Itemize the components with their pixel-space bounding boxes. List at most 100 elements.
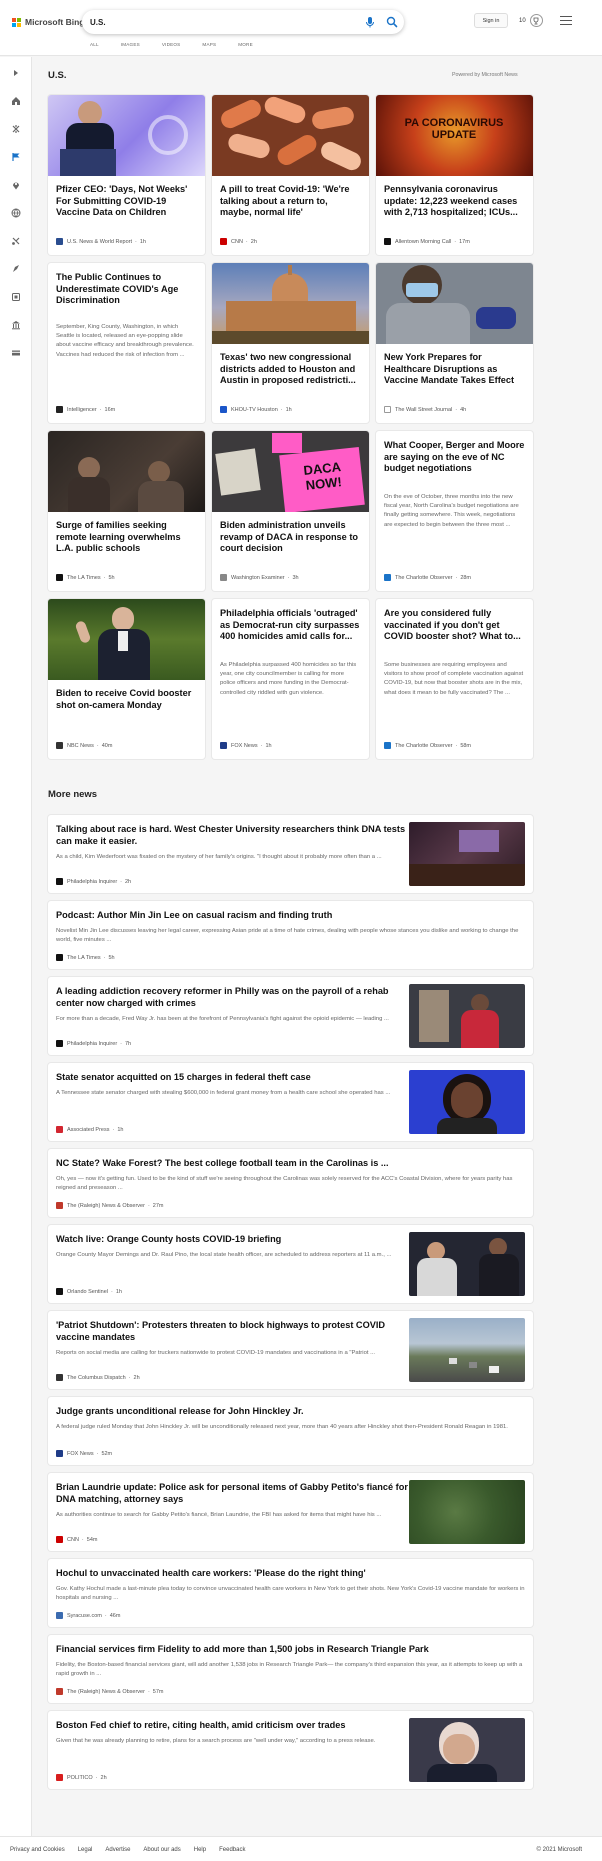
news-card[interactable]: PA CORONAVIRUS UPDATE Pennsylvania coron…	[376, 95, 533, 255]
list-item[interactable]: Financial services firm Fidelity to add …	[48, 1635, 533, 1703]
list-item-title: A leading addiction recovery reformer in…	[56, 986, 389, 1009]
collapse-arrow-icon[interactable]	[10, 67, 22, 79]
science-icon[interactable]	[10, 235, 22, 247]
sports-icon[interactable]	[10, 123, 22, 135]
card-source: The Wall Street Journal · 4h	[384, 406, 466, 413]
footer-link-advertise[interactable]: Advertise	[105, 1847, 130, 1853]
list-item[interactable]: Watch live: Orange County hosts COVID-19…	[48, 1225, 533, 1303]
list-item[interactable]: Hochul to unvaccinated health care worke…	[48, 1559, 533, 1627]
cnn-icon	[56, 1536, 63, 1543]
news-observer-icon	[56, 1202, 63, 1209]
list-item[interactable]: Talking about race is hard. West Chester…	[48, 815, 533, 893]
footer-link-legal[interactable]: Legal	[78, 1847, 93, 1853]
card-snippet: As Philadelphia surpassed 400 homicides …	[220, 662, 357, 696]
list-item[interactable]: Podcast: Author Min Jin Lee on casual ra…	[48, 901, 533, 969]
news-card[interactable]: DACA NOW! Biden administration unveils r…	[212, 431, 369, 591]
card-title: Are you considered fully vaccinated if y…	[384, 608, 521, 642]
news-card[interactable]: The Public Continues to Underestimate CO…	[48, 263, 205, 423]
footer-link-feedback[interactable]: Feedback	[219, 1847, 245, 1853]
examiner-icon	[220, 574, 227, 581]
microphone-icon[interactable]	[363, 15, 377, 29]
list-item[interactable]: NC State? Wake Forest? The best college …	[48, 1149, 533, 1217]
card-source: The LA Times · 5h	[56, 574, 115, 581]
news-card[interactable]: Biden to receive Covid booster shot on-c…	[48, 599, 205, 759]
news-card[interactable]: What Cooper, Berger and Moore are saying…	[376, 431, 533, 591]
tab-videos[interactable]: VIDEOS	[162, 42, 181, 47]
list-item-title: Podcast: Author Min Jin Lee on casual ra…	[56, 910, 333, 920]
list-item[interactable]: 'Patriot Shutdown': Protesters threaten …	[48, 1311, 533, 1389]
news-card[interactable]: Are you considered fully vaccinated if y…	[376, 599, 533, 759]
list-item-source: Associated Press · 1h	[56, 1126, 123, 1133]
microsoft-logo-icon	[12, 17, 21, 27]
news-observer-icon	[56, 1688, 63, 1695]
card-source: Washington Examiner · 3h	[220, 574, 299, 581]
syracuse-icon	[56, 1612, 63, 1619]
charlotte-observer-icon	[384, 574, 391, 581]
tab-all[interactable]: ALL	[90, 42, 99, 47]
list-item-source: FOX News · 52m	[56, 1450, 112, 1457]
card-source: KHOU-TV Houston · 1h	[220, 406, 292, 413]
list-item[interactable]: Brian Laundrie update: Police ask for pe…	[48, 1473, 533, 1551]
list-item[interactable]: Boston Fed chief to retire, citing healt…	[48, 1711, 533, 1789]
list-item-snippet: Gov. Kathy Hochul made a last-minute ple…	[56, 1586, 525, 1601]
list-item-source: The (Raleigh) News & Observer · 27m	[56, 1202, 164, 1209]
tab-more[interactable]: MORE	[238, 42, 253, 47]
hamburger-menu-icon[interactable]	[560, 16, 572, 25]
bank-icon[interactable]	[10, 319, 22, 331]
rewards-button[interactable]: 10	[519, 13, 543, 28]
search-box[interactable]: U.S.	[82, 10, 404, 34]
money-icon[interactable]	[10, 347, 22, 359]
dispatch-icon	[56, 1374, 63, 1381]
globe-icon[interactable]	[10, 207, 22, 219]
news-card[interactable]: Pfizer CEO: 'Days, Not Weeks' For Submit…	[48, 95, 205, 255]
footer-link-privacy[interactable]: Privacy and Cookies	[10, 1847, 65, 1853]
powered-by-label[interactable]: Powered by Microsoft News	[452, 72, 518, 78]
news-thumbnail	[409, 1480, 525, 1544]
nbc-icon	[56, 742, 63, 749]
card-source: Allentown Morning Call · 17m	[384, 238, 470, 245]
list-item-snippet: As authorities continue to search for Ga…	[56, 1512, 382, 1518]
list-item-snippet: Oh, yes — now it's getting fun. Used to …	[56, 1176, 513, 1191]
card-source: Intelligencer · 16m	[56, 406, 115, 413]
list-item-title: 'Patriot Shutdown': Protesters threaten …	[56, 1320, 386, 1343]
list-item[interactable]: State senator acquitted on 15 charges in…	[48, 1063, 533, 1141]
news-card[interactable]: New York Prepares for Healthcare Disrupt…	[376, 263, 533, 423]
sign-in-button[interactable]: Sign in	[474, 13, 508, 28]
politico-icon	[56, 1774, 63, 1781]
charlotte-observer-icon	[384, 742, 391, 749]
tab-images[interactable]: IMAGES	[121, 42, 140, 47]
card-title: What Cooper, Berger and Moore are saying…	[384, 440, 525, 474]
news-thumbnail	[409, 1718, 525, 1782]
usnews-icon	[56, 238, 63, 245]
page-title: U.S.	[48, 70, 67, 81]
footer-link-help[interactable]: Help	[194, 1847, 206, 1853]
list-item-snippet: Orange County Mayor Demings and Dr. Raul…	[56, 1252, 392, 1258]
search-input[interactable]: U.S.	[90, 18, 363, 27]
bing-logo[interactable]: Microsoft Bing	[12, 14, 85, 30]
entertainment-icon[interactable]	[10, 291, 22, 303]
search-tabs: ALL IMAGES VIDEOS MAPS MORE	[90, 42, 253, 47]
home-icon[interactable]	[10, 95, 22, 107]
card-source: The Charlotte Observer · 28m	[384, 574, 471, 581]
morning-call-icon	[384, 238, 391, 245]
news-image	[48, 95, 205, 176]
location-pin-icon[interactable]	[10, 179, 22, 191]
search-icon[interactable]	[383, 13, 401, 31]
copyright: © 2021 Microsoft	[536, 1847, 582, 1853]
news-image	[212, 95, 369, 176]
tab-maps[interactable]: MAPS	[202, 42, 216, 47]
more-news-title: More news	[48, 789, 98, 800]
news-card[interactable]: Texas' two new congressional districts a…	[212, 263, 369, 423]
footer-link-about-ads[interactable]: About our ads	[143, 1847, 180, 1853]
flag-icon[interactable]	[10, 151, 22, 163]
list-item-snippet: Given that he was already planning to re…	[56, 1738, 376, 1744]
news-card[interactable]: A pill to treat Covid-19: 'We're talking…	[212, 95, 369, 255]
news-card[interactable]: Philadelphia officials 'outraged' as Dem…	[212, 599, 369, 759]
news-card[interactable]: Surge of families seeking remote learnin…	[48, 431, 205, 591]
list-item[interactable]: A leading addiction recovery reformer in…	[48, 977, 533, 1055]
rocket-icon[interactable]	[10, 263, 22, 275]
list-item-source: Syracuse.com · 46m	[56, 1612, 120, 1619]
list-item[interactable]: Judge grants unconditional release for J…	[48, 1397, 533, 1465]
list-item-source: CNN · 54m	[56, 1536, 97, 1543]
news-thumbnail	[409, 1318, 525, 1382]
